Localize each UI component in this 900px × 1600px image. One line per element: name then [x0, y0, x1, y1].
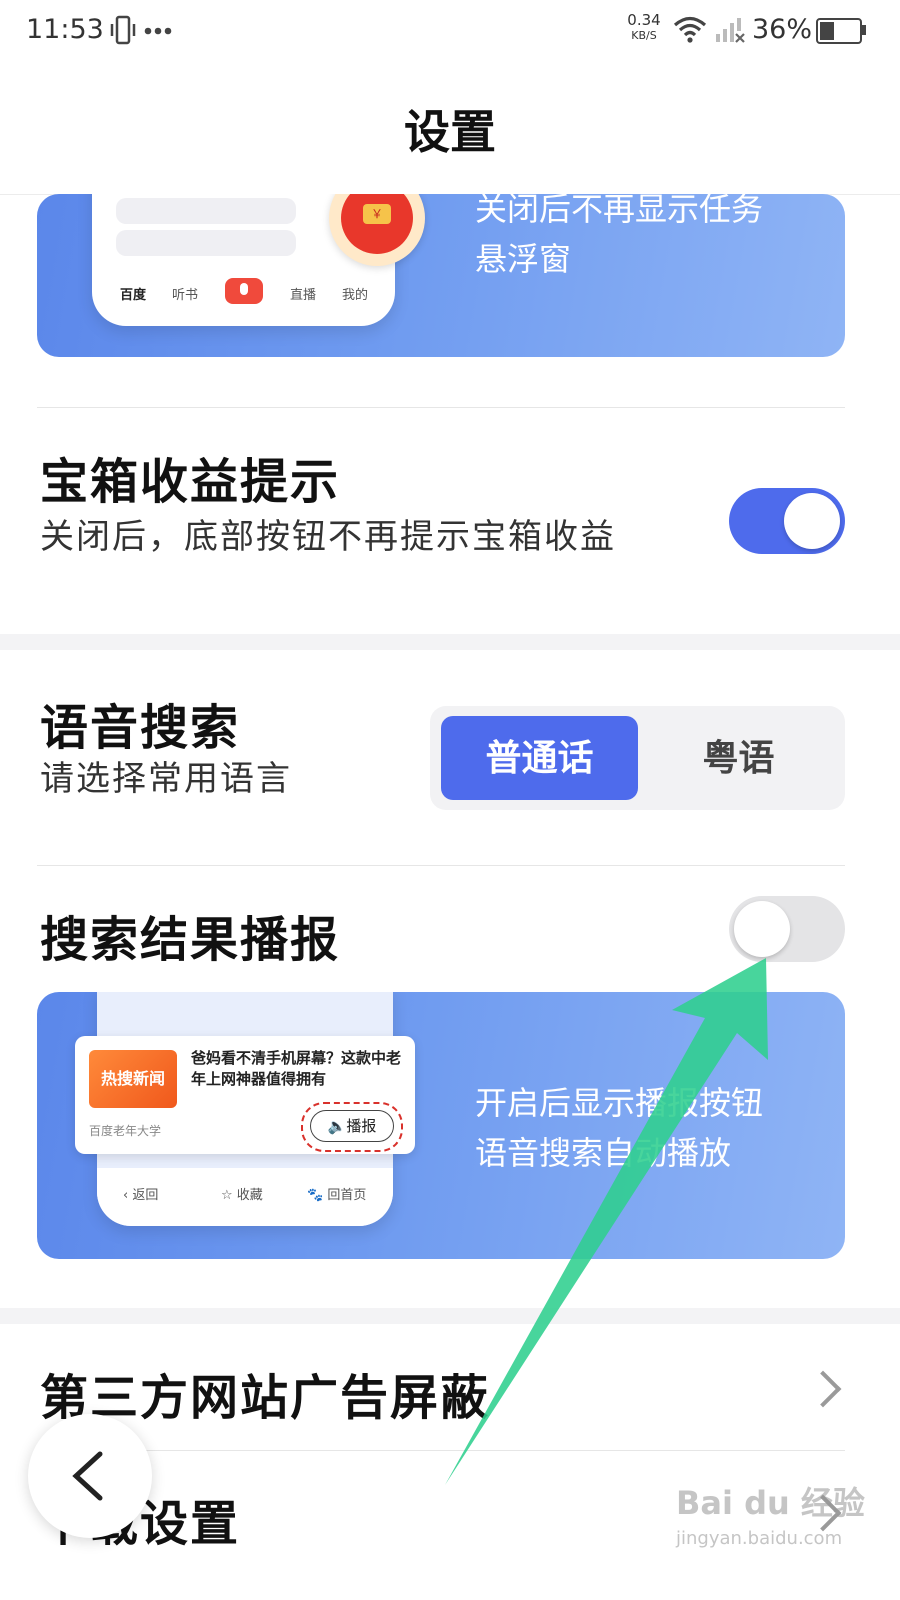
chevron-left-icon: [72, 1451, 103, 1501]
watermark-url: jingyan.baidu.com: [676, 1528, 843, 1549]
back-button[interactable]: [28, 1414, 152, 1538]
annotation-arrow: [445, 958, 768, 1485]
watermark-logo: Bai du 经验: [676, 1484, 865, 1522]
